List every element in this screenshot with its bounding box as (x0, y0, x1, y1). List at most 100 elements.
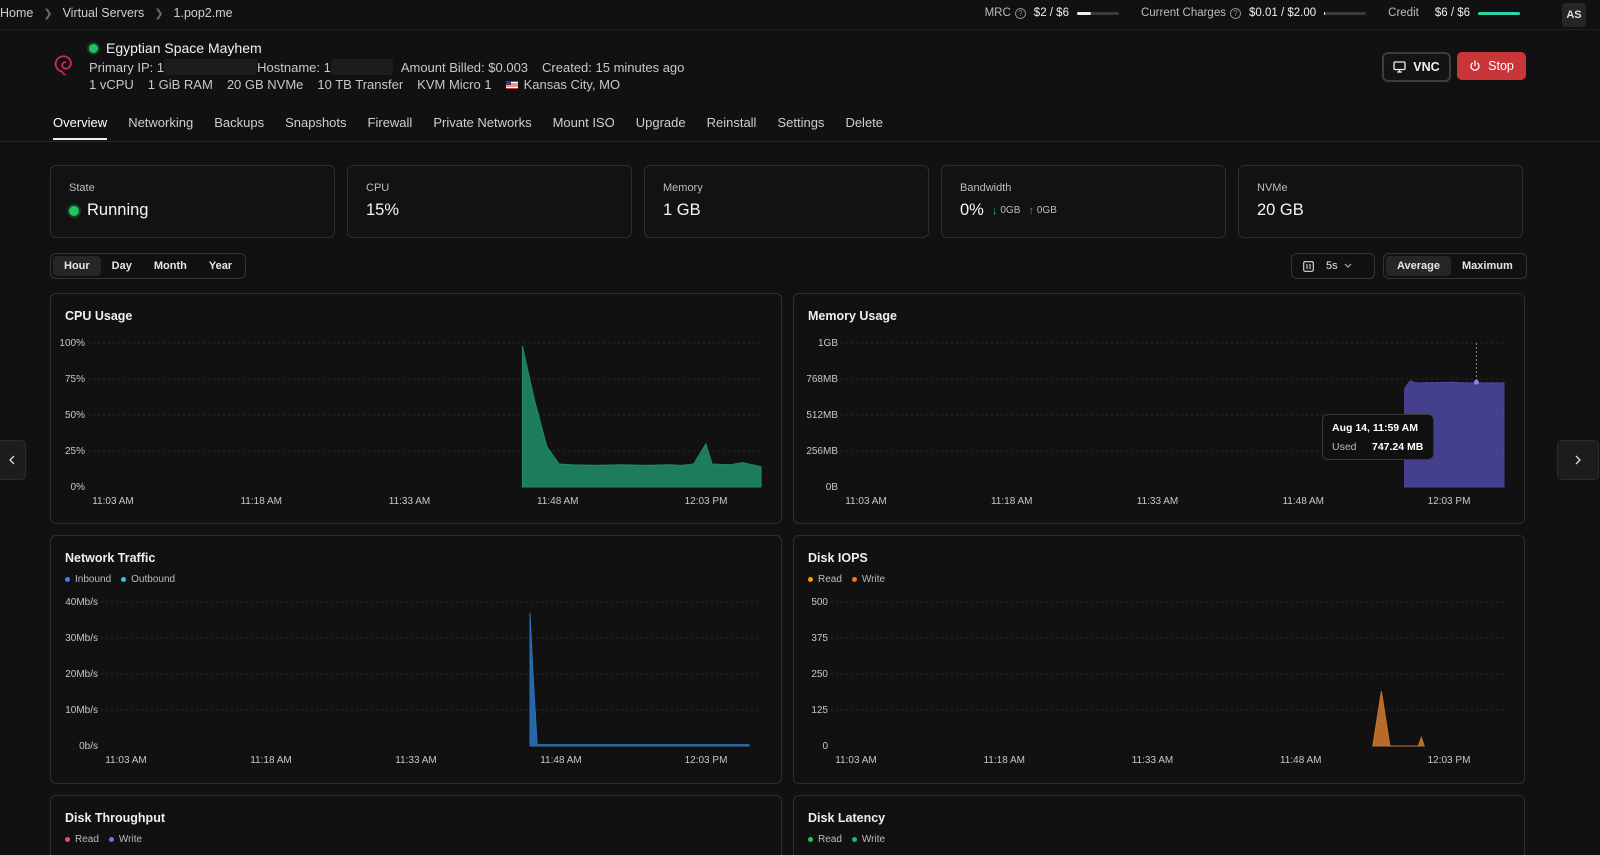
charges-meter: Current Charges ? $0.01 / $2.00 (1141, 7, 1367, 19)
tab-delete[interactable]: Delete (845, 115, 883, 140)
range-month[interactable]: Month (143, 256, 198, 276)
stat-value: 20 GB (1257, 201, 1304, 219)
x-tick-label: 11:03 AM (92, 496, 134, 507)
range-hour[interactable]: Hour (53, 256, 101, 276)
y-tick-label: 30Mb/s (65, 633, 98, 644)
spec-ram: 1 GiB RAM (147, 77, 213, 92)
memory-tooltip: Aug 14, 11:59 AM Used 747.24 MB (1322, 414, 1434, 460)
stat-nvme: NVMe 20 GB (1238, 165, 1523, 238)
next-server-button[interactable] (1557, 440, 1599, 480)
hover-point (1473, 379, 1479, 385)
mrc-label: MRC (984, 7, 1011, 19)
y-tick-label: 75% (65, 374, 85, 385)
tab-upgrade[interactable]: Upgrade (636, 115, 686, 140)
stop-button[interactable]: Stop (1457, 52, 1526, 80)
vnc-label: VNC (1413, 60, 1440, 74)
cpu-usage-panel: CPU Usage 100% 75% 50% 25% 0% 11:03 AM 11:18 A… (50, 293, 782, 524)
y-tick-label: 375 (811, 633, 828, 644)
breadcrumb: Home ❯ Virtual Servers ❯ 1.pop2.me (0, 6, 233, 20)
stat-label: NVMe (1257, 182, 1288, 194)
previous-server-button[interactable] (0, 440, 26, 480)
tooltip-key: Used (1332, 441, 1357, 453)
state-value: Running (87, 201, 149, 219)
primary-ip: Primary IP: 1 (89, 59, 165, 75)
chart-legend: Read Write (808, 834, 895, 845)
chevron-left-icon (9, 455, 15, 465)
spec-disk: 20 GB NVMe (226, 77, 304, 92)
legend-swatch (108, 837, 114, 842)
created: Created: 15 minutes ago (542, 59, 685, 75)
bandwidth-value: 0% (960, 201, 984, 219)
breadcrumb-home[interactable]: Home (0, 6, 33, 20)
legend-item: Write (108, 834, 143, 845)
us-flag-icon (505, 80, 518, 89)
y-tick-label: 50% (65, 410, 85, 421)
server-title: Egyptian Space Mayhem (89, 40, 262, 56)
legend-label: Read (818, 834, 842, 845)
x-tick-label: 12:03 PM (685, 755, 728, 766)
y-tick-label: 100% (59, 338, 85, 349)
tab-firewall[interactable]: Firewall (368, 115, 413, 140)
memory-usage-chart: 1GB 768MB 512MB 256MB 0B 11:03 AM 11:18 AM 11:3… (806, 338, 1505, 507)
series-area (529, 612, 750, 747)
y-tick-label: 40Mb/s (65, 597, 98, 608)
x-tick-label: 11:18 AM (991, 496, 1033, 507)
credit-bar-fill (1478, 11, 1520, 15)
y-tick-label: 20Mb/s (65, 669, 98, 680)
power-icon (1470, 60, 1480, 71)
legend-swatch (65, 837, 70, 842)
y-tick-label: 0 (822, 741, 828, 752)
tab-private-networks[interactable]: Private Networks (433, 115, 531, 140)
stat-value: 0% ↓ 0GB ↑ 0GB (960, 201, 1057, 220)
location: Kansas City, MO (523, 77, 621, 92)
stat-value: Running (69, 201, 148, 220)
bandwidth-up: 0GB (1036, 205, 1057, 216)
legend-swatch (808, 837, 813, 842)
range-year[interactable]: Year (198, 256, 243, 276)
chevron-right-icon (1575, 455, 1581, 465)
spec-transfer: 10 TB Transfer (317, 77, 404, 92)
legend-label: Write (118, 834, 143, 845)
breadcrumb-virtual-servers[interactable]: Virtual Servers (63, 6, 145, 20)
x-tick-label: 12:03 PM (1428, 755, 1471, 766)
monitor-icon (1393, 61, 1406, 73)
vnc-button[interactable]: VNC (1382, 52, 1451, 82)
legend-label: Write (861, 834, 886, 845)
redacted-ip (164, 59, 258, 75)
disk-iops-chart: 500 375 250 125 0 11:03 AM 11:18 AM 11:33 AM 11:… (811, 597, 1504, 766)
disk-latency-panel: Disk Latency Read Write (793, 795, 1525, 855)
x-tick-label: 11:18 AM (240, 496, 282, 507)
stat-label: CPU (366, 182, 390, 194)
tab-overview[interactable]: Overview (53, 115, 108, 140)
x-tick-label: 11:33 AM (395, 755, 437, 766)
stat-value: 15% (366, 201, 400, 219)
server-name: Egyptian Space Mayhem (106, 40, 262, 56)
range-day[interactable]: Day (101, 256, 143, 276)
tab-settings[interactable]: Settings (777, 115, 824, 140)
stat-value: 1 GB (663, 201, 701, 219)
series-area (1372, 691, 1425, 747)
mrc-bar (1076, 11, 1119, 15)
chart-legend: Read Write (65, 834, 152, 845)
memory-usage-panel: Memory Usage 1GB 768MB 512MB 256MB 0B 11:03 A… (793, 293, 1525, 524)
tab-networking[interactable]: Networking (128, 115, 193, 140)
tab-mount-iso[interactable]: Mount ISO (553, 115, 615, 140)
tab-reinstall[interactable]: Reinstall (707, 115, 757, 140)
spec-plan: KVM Micro 1 (417, 77, 492, 92)
mrc-value: $2 / $6 (1033, 7, 1069, 19)
x-tick-label: 11:48 AM (537, 496, 579, 507)
agg-maximum[interactable]: Maximum (1451, 256, 1524, 276)
refresh-interval-select[interactable]: 5s (1291, 253, 1375, 279)
avatar[interactable]: AS (1562, 3, 1586, 27)
spec-vcpu: 1 vCPU (89, 77, 134, 92)
tab-snapshots[interactable]: Snapshots (285, 115, 346, 140)
y-tick-label: 125 (811, 705, 828, 716)
help-icon[interactable]: ? (1229, 7, 1241, 19)
agg-average[interactable]: Average (1386, 256, 1452, 276)
y-tick-label: 25% (65, 446, 85, 457)
help-icon[interactable]: ? (1014, 7, 1026, 19)
network-traffic-panel: Network Traffic Inbound Outbound 40Mb/s 3… (50, 535, 782, 784)
server-tabs: Overview Networking Backups Snapshots Fi… (53, 115, 904, 140)
tab-backups[interactable]: Backups (214, 115, 264, 140)
legend-item: Read (65, 834, 99, 845)
